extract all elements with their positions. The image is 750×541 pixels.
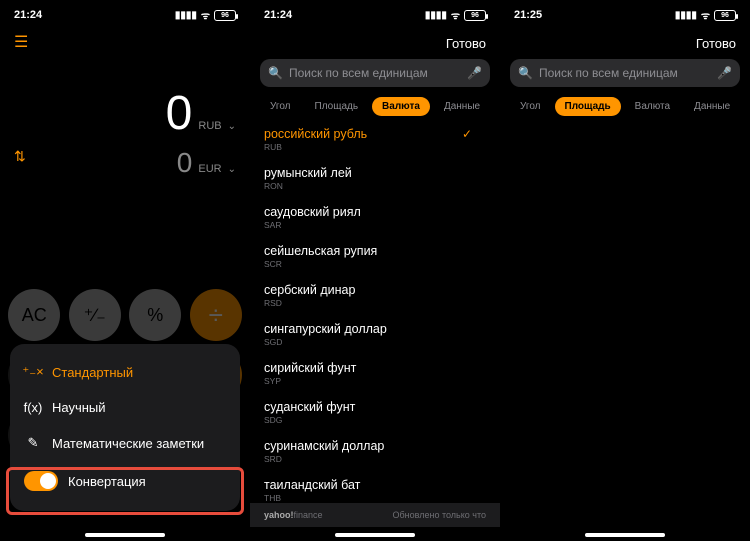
done-button[interactable]: Готово: [260, 32, 490, 59]
menu-label: Стандартный: [52, 365, 133, 380]
search-placeholder: Поиск по всем единицам: [289, 66, 461, 80]
list-item[interactable]: сингапурский долларSGD: [250, 315, 486, 354]
status-bar: 21:24 ▮▮▮▮ ᯤ 96: [0, 0, 250, 26]
mode-menu: ⁺₋× Стандартный f(x) Научный ✎ Математич…: [10, 344, 240, 511]
chevron-icon[interactable]: ⌄: [228, 121, 236, 132]
home-indicator[interactable]: [585, 533, 665, 537]
battery-icon: 96: [214, 10, 236, 21]
list-item[interactable]: российский рубль✓RUB: [250, 120, 486, 159]
fx-icon: f(x): [24, 400, 42, 415]
list-item[interactable]: сейшельская рупияSCR: [250, 237, 486, 276]
key-divide[interactable]: ÷: [190, 289, 242, 341]
signal-icon: ▮▮▮▮: [175, 10, 197, 21]
menu-standard[interactable]: ⁺₋× Стандартный: [10, 354, 240, 390]
menu-conversion[interactable]: Конвертация: [10, 461, 240, 501]
search-icon: 🔍: [518, 66, 533, 80]
wifi-icon: ᯤ: [451, 8, 460, 22]
category-tab[interactable]: Валюта: [625, 97, 680, 116]
provider-brand: yahoo!finance: [264, 510, 323, 520]
home-indicator[interactable]: [85, 533, 165, 537]
status-bar: 21:24 ▮▮▮▮ ᯤ 96: [250, 0, 500, 26]
category-tab[interactable]: Угол: [260, 97, 301, 116]
category-tab[interactable]: Валюта: [372, 97, 430, 116]
status-time: 21:24: [264, 9, 292, 21]
battery-icon: 96: [714, 10, 736, 21]
status-time: 21:24: [14, 9, 42, 21]
unit-list[interactable]: [500, 120, 736, 517]
calculator-display: 0 RUB ⌄ 0 EUR ⌄: [0, 26, 250, 179]
conversion-toggle[interactable]: [24, 471, 58, 491]
calc-icon: ⁺₋×: [24, 364, 42, 380]
category-tab[interactable]: Площадь: [555, 97, 621, 116]
menu-label: Конвертация: [68, 474, 146, 489]
category-tab[interactable]: Площадь: [305, 97, 369, 116]
list-item[interactable]: суринамский долларSRD: [250, 432, 486, 471]
status-bar: 21:25 ▮▮▮▮ ᯤ 96: [500, 0, 750, 26]
swap-icon[interactable]: ⇅: [14, 148, 26, 165]
list-item[interactable]: суданский фунтSDG: [250, 393, 486, 432]
menu-label: Математические заметки: [52, 436, 204, 451]
done-button[interactable]: Готово: [510, 32, 740, 59]
key-ac[interactable]: AC: [8, 289, 60, 341]
notes-icon: ✎: [24, 435, 42, 451]
category-tabs: УголПлощадьВалютаДанныеЭнергияСил: [260, 87, 490, 122]
mic-icon[interactable]: 🎤: [467, 66, 482, 80]
wifi-icon: ᯤ: [701, 8, 710, 22]
search-icon: 🔍: [268, 66, 283, 80]
key-sign[interactable]: ⁺∕₋: [69, 289, 121, 341]
mic-icon[interactable]: 🎤: [717, 66, 732, 80]
screen-area-picker: 21:25 ▮▮▮▮ ᯤ 96 Готово 🔍 Поиск по всем е…: [500, 0, 750, 541]
primary-value: 0: [166, 86, 193, 141]
list-icon[interactable]: ☰: [14, 32, 28, 52]
key-percent[interactable]: %: [129, 289, 181, 341]
search-input[interactable]: 🔍 Поиск по всем единицам 🎤: [260, 59, 490, 87]
secondary-unit[interactable]: EUR: [198, 163, 221, 175]
wifi-icon: ᯤ: [201, 8, 210, 22]
signal-icon: ▮▮▮▮: [675, 10, 697, 21]
category-tab[interactable]: Угол: [510, 97, 551, 116]
category-tabs: УголПлощадьВалютаДанныеЭнергияСил: [510, 87, 740, 122]
search-placeholder: Поиск по всем единицам: [539, 66, 711, 80]
list-item[interactable]: сирийский фунтSYP: [250, 354, 486, 393]
battery-icon: 96: [464, 10, 486, 21]
screen-calculator: 21:24 ▮▮▮▮ ᯤ 96 ☰ ⇅ 0 RUB ⌄ 0 EUR ⌄ AC ⁺…: [0, 0, 250, 541]
provider-updated: Обновлено только что: [393, 510, 486, 520]
menu-math-notes[interactable]: ✎ Математические заметки: [10, 425, 240, 461]
home-indicator[interactable]: [335, 533, 415, 537]
menu-scientific[interactable]: f(x) Научный: [10, 390, 240, 425]
chevron-icon[interactable]: ⌄: [228, 164, 236, 175]
search-input[interactable]: 🔍 Поиск по всем единицам 🎤: [510, 59, 740, 87]
menu-label: Научный: [52, 400, 106, 415]
category-tab[interactable]: Данные: [684, 97, 740, 116]
signal-icon: ▮▮▮▮: [425, 10, 447, 21]
list-item[interactable]: сербский динарRSD: [250, 276, 486, 315]
secondary-value: 0: [177, 147, 193, 179]
provider-footer: yahoo!finance Обновлено только что: [250, 503, 500, 527]
list-item[interactable]: саудовский риялSAR: [250, 198, 486, 237]
list-item[interactable]: румынский лейRON: [250, 159, 486, 198]
status-time: 21:25: [514, 9, 542, 21]
category-tab[interactable]: Данные: [434, 97, 490, 116]
primary-unit[interactable]: RUB: [198, 120, 221, 132]
screen-currency-picker: 21:24 ▮▮▮▮ ᯤ 96 Готово 🔍 Поиск по всем е…: [250, 0, 500, 541]
unit-list[interactable]: российский рубль✓RUBрумынский лейRONсауд…: [250, 120, 486, 517]
